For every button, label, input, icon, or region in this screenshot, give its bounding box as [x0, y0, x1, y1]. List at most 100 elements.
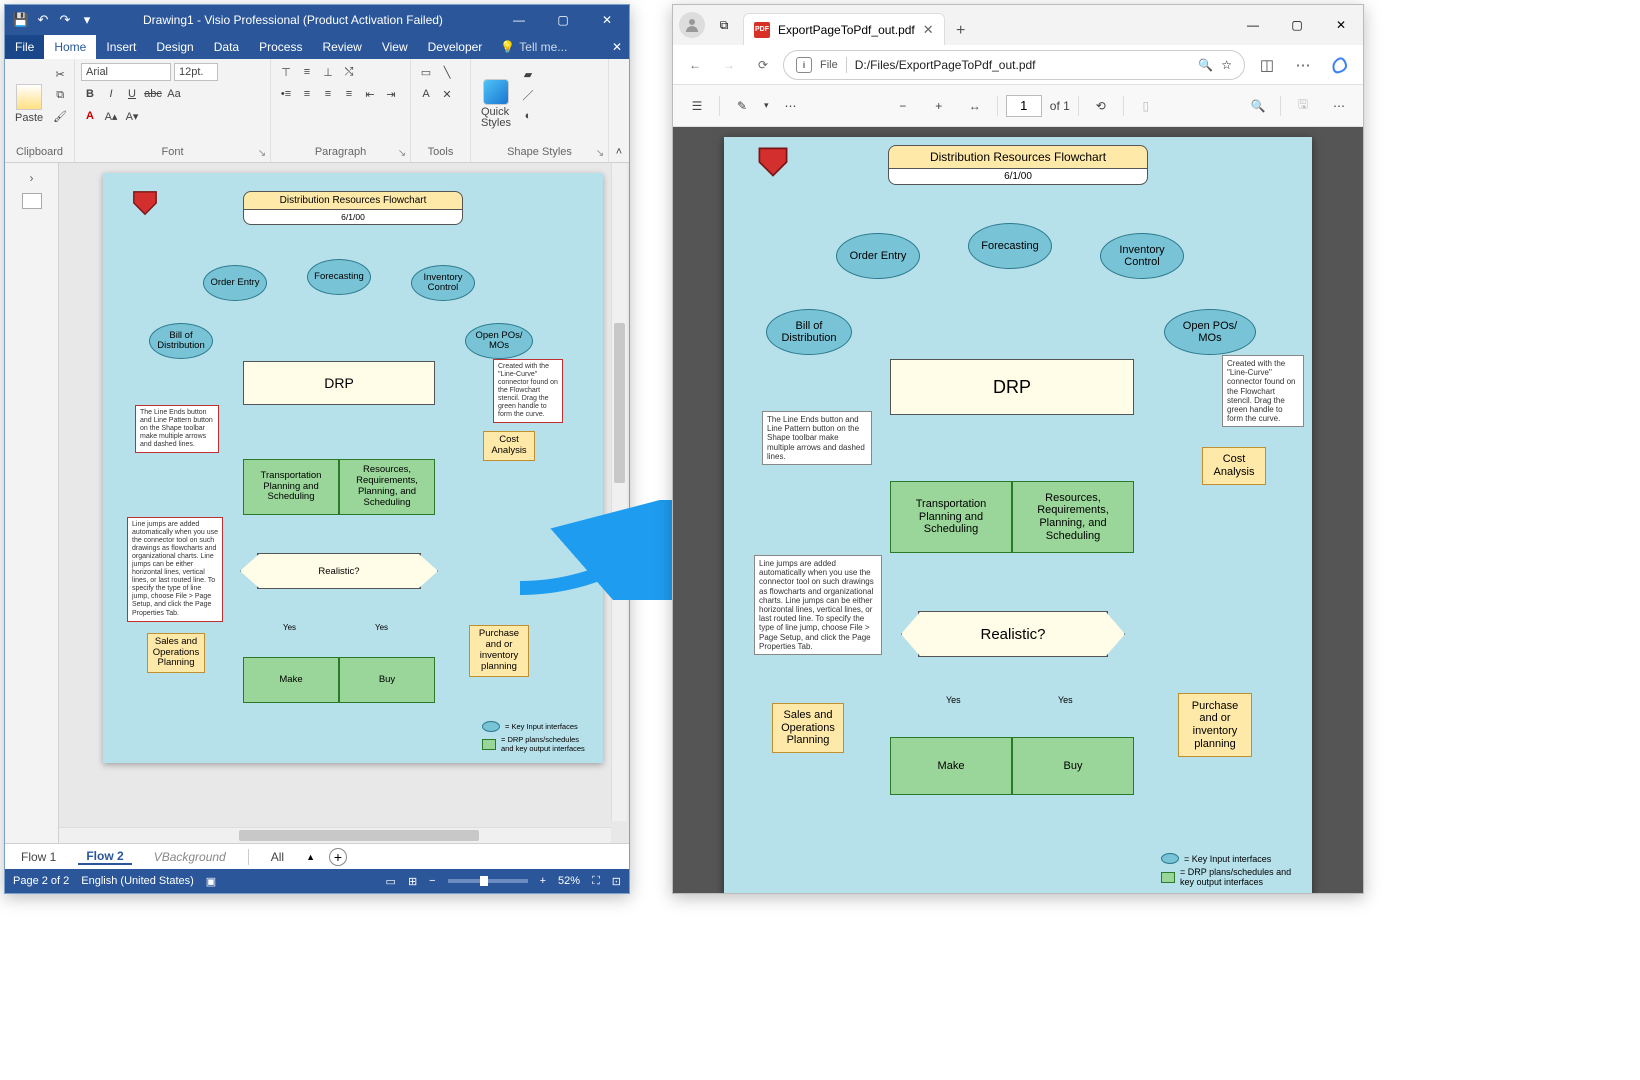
- tab-view[interactable]: View: [372, 35, 418, 59]
- page-number-input[interactable]: [1006, 95, 1042, 117]
- contents-icon[interactable]: ☰: [683, 92, 711, 120]
- tab-file[interactable]: File: [5, 35, 44, 59]
- page-tab-dropdown-icon[interactable]: ▲: [306, 852, 315, 862]
- connection-point-icon[interactable]: ✕: [438, 85, 456, 103]
- status-language[interactable]: English (United States): [81, 875, 194, 887]
- pdf-zoom-in-icon[interactable]: +: [925, 92, 953, 120]
- browser-tab[interactable]: PDF ExportPageToPdf_out.pdf ✕: [743, 13, 945, 45]
- zoom-out-icon[interactable]: −: [429, 875, 435, 887]
- align-top-icon[interactable]: ⊤: [277, 63, 295, 81]
- back-button[interactable]: ←: [681, 51, 709, 79]
- zoom-indicator-icon[interactable]: 🔍: [1198, 58, 1213, 72]
- tab-data[interactable]: Data: [204, 35, 249, 59]
- page-tab-flow2[interactable]: Flow 2: [78, 849, 131, 865]
- new-tab-button[interactable]: +: [947, 17, 975, 45]
- pdf-zoom-out-icon[interactable]: −: [889, 92, 917, 120]
- paragraph-launcher-icon[interactable]: ↘: [396, 148, 408, 160]
- ribbon-close-icon[interactable]: ✕: [605, 35, 629, 59]
- bullets-icon[interactable]: •≡: [277, 85, 295, 103]
- edge-maximize-button[interactable]: ▢: [1275, 5, 1319, 45]
- align-bottom-icon[interactable]: ⊥: [319, 63, 337, 81]
- split-screen-icon[interactable]: ◫: [1251, 51, 1283, 79]
- settings-menu-icon[interactable]: ⋯: [1287, 51, 1319, 79]
- edge-minimize-button[interactable]: —: [1231, 5, 1275, 45]
- macro-record-icon[interactable]: ▣: [206, 875, 216, 888]
- strikethrough-icon[interactable]: abc: [144, 85, 162, 103]
- redo-icon[interactable]: ↷: [57, 12, 73, 28]
- cut-icon[interactable]: ✂: [51, 65, 69, 83]
- zoom-level[interactable]: 52%: [558, 875, 580, 887]
- font-name-select[interactable]: Arial: [81, 63, 171, 81]
- node-order-entry[interactable]: Order Entry: [203, 265, 267, 301]
- node-inventory[interactable]: Inventory Control: [411, 265, 475, 301]
- workspaces-icon[interactable]: ⧉: [711, 18, 737, 33]
- grow-font-icon[interactable]: A▴: [102, 107, 120, 125]
- node-make[interactable]: Make: [243, 657, 339, 703]
- copy-icon[interactable]: ⧉: [51, 86, 69, 104]
- font-size-select[interactable]: 12pt.: [174, 63, 218, 81]
- zoom-in-icon[interactable]: +: [540, 875, 546, 887]
- align-center-icon[interactable]: ≡: [319, 85, 337, 103]
- zoom-slider[interactable]: [448, 879, 528, 883]
- paste-button[interactable]: Paste: [11, 63, 47, 144]
- pan-zoom-icon[interactable]: ⊡: [612, 875, 621, 888]
- tab-process[interactable]: Process: [249, 35, 312, 59]
- fit-window-icon[interactable]: ⛶: [592, 875, 600, 888]
- node-buy[interactable]: Buy: [339, 657, 435, 703]
- node-res[interactable]: Resources, Requirements, Planning, and S…: [339, 459, 435, 515]
- shapes-toggle-icon[interactable]: [22, 193, 42, 209]
- align-middle-icon[interactable]: ≡: [298, 63, 316, 81]
- indent-dec-icon[interactable]: ⇤: [361, 85, 379, 103]
- line-icon[interactable]: ／: [519, 86, 537, 104]
- font-color-icon[interactable]: A: [81, 107, 99, 125]
- effects-icon[interactable]: ◐: [519, 107, 537, 125]
- horizontal-scrollbar[interactable]: [59, 827, 611, 843]
- italic-icon[interactable]: I: [102, 85, 120, 103]
- font-launcher-icon[interactable]: ↘: [256, 148, 268, 160]
- text-tool-icon[interactable]: A: [417, 85, 435, 103]
- fill-icon[interactable]: ▰: [519, 65, 537, 83]
- tab-design[interactable]: Design: [146, 35, 203, 59]
- more-tools-icon[interactable]: ⋯: [777, 92, 805, 120]
- indent-inc-icon[interactable]: ⇥: [382, 85, 400, 103]
- shrink-font-icon[interactable]: A▾: [123, 107, 141, 125]
- add-page-button[interactable]: +: [329, 848, 347, 866]
- tab-developer[interactable]: Developer: [418, 35, 493, 59]
- pointer-tool-icon[interactable]: ▭: [417, 63, 435, 81]
- bold-icon[interactable]: B: [81, 85, 99, 103]
- node-forecasting[interactable]: Forecasting: [307, 259, 371, 295]
- presentation-mode-icon[interactable]: ▭: [386, 875, 396, 888]
- node-sop[interactable]: Sales and Operations Planning: [147, 633, 205, 673]
- fit-width-icon[interactable]: ↔: [961, 92, 989, 120]
- draw-icon[interactable]: ✎: [728, 92, 756, 120]
- forward-button[interactable]: →: [715, 51, 743, 79]
- node-bod[interactable]: Bill of Distribution: [149, 323, 213, 359]
- tell-me[interactable]: 💡Tell me...: [492, 35, 605, 59]
- scrollbar-thumb[interactable]: [614, 323, 625, 483]
- orientation-icon[interactable]: ⤭: [340, 63, 358, 81]
- node-purch[interactable]: Purchase and or inventory planning: [469, 625, 529, 677]
- scrollbar-thumb[interactable]: [239, 830, 479, 841]
- edge-close-button[interactable]: ✕: [1319, 5, 1363, 45]
- underline-icon[interactable]: U: [123, 85, 141, 103]
- connector-tool-icon[interactable]: ╲: [438, 63, 456, 81]
- node-pos[interactable]: Open POs/ MOs: [465, 323, 533, 359]
- save-pdf-icon[interactable]: 🖫: [1289, 92, 1317, 120]
- node-trans[interactable]: Transportation Planning and Scheduling: [243, 459, 339, 515]
- tab-review[interactable]: Review: [312, 35, 371, 59]
- favorite-icon[interactable]: ☆: [1221, 58, 1232, 72]
- fit-page-icon[interactable]: ⊞: [408, 875, 417, 888]
- tab-insert[interactable]: Insert: [96, 35, 146, 59]
- format-painter-icon[interactable]: 🖌: [51, 107, 69, 125]
- page-tab-vbackground[interactable]: VBackground: [146, 850, 234, 864]
- shapes-pane[interactable]: ›: [5, 163, 59, 843]
- close-button[interactable]: ✕: [585, 5, 629, 35]
- node-drp[interactable]: DRP: [243, 361, 435, 405]
- align-right-icon[interactable]: ≡: [340, 85, 358, 103]
- profile-icon[interactable]: [679, 12, 705, 38]
- align-left-icon[interactable]: ≡: [298, 85, 316, 103]
- undo-icon[interactable]: ↶: [35, 12, 51, 28]
- save-icon[interactable]: 💾: [13, 12, 29, 28]
- node-realistic[interactable]: Realistic?: [257, 553, 421, 589]
- quick-styles-button[interactable]: Quick Styles: [477, 63, 515, 144]
